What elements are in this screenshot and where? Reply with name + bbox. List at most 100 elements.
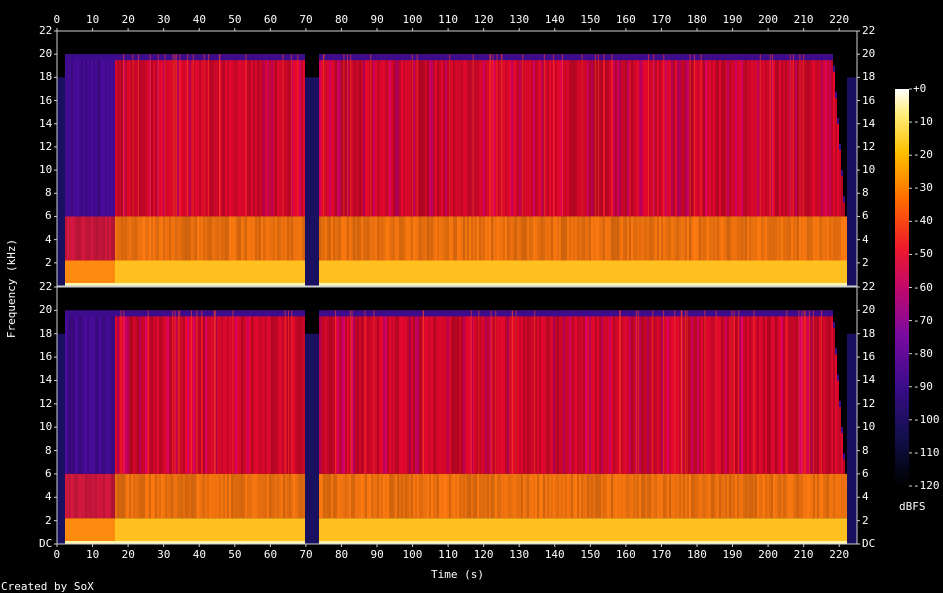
energy-column-high [227, 310, 229, 474]
energy-column-low [763, 260, 765, 286]
energy-column-low [425, 518, 427, 544]
transient-streak [700, 54, 702, 217]
energy-column-low [467, 260, 469, 286]
y-tick-label-right: 14 [862, 373, 876, 387]
energy-column-low [607, 260, 609, 286]
transient-streak [490, 54, 492, 217]
energy-column-mid [391, 473, 393, 519]
energy-column-low [383, 518, 385, 544]
y-tick-label-left: 2 [45, 513, 52, 527]
energy-column-rim [197, 54, 199, 61]
y-tick-label-right: 10 [862, 420, 876, 434]
energy-column-low [579, 260, 581, 286]
energy-column-low [239, 260, 241, 286]
energy-column-mid [705, 473, 707, 519]
energy-column-mid [529, 216, 531, 261]
energy-column-low [123, 260, 125, 286]
energy-column-low [625, 260, 627, 286]
energy-column-high [629, 54, 631, 217]
transient-streak [597, 54, 599, 217]
energy-column-low [281, 518, 283, 544]
energy-column-mid [755, 473, 757, 519]
energy-column-low [831, 260, 833, 286]
energy-column-rim [181, 54, 183, 61]
energy-column-rim [645, 310, 647, 317]
energy-column-rim [327, 310, 329, 317]
energy-column-mid [345, 473, 347, 519]
energy-column-rim [699, 310, 701, 317]
energy-column-high [473, 310, 475, 474]
energy-column-high [671, 54, 673, 217]
energy-column-rim [655, 54, 657, 61]
energy-column-rim [661, 54, 663, 61]
energy-column-high [69, 310, 71, 474]
x-tick-label-bottom: 180 [687, 548, 707, 561]
energy-column-high [71, 310, 73, 474]
y-tick-label-right: 8 [862, 443, 869, 457]
energy-column-low [441, 260, 443, 286]
energy-column-mid [319, 473, 321, 519]
energy-column-high [509, 310, 511, 474]
x-tick-label-top: 50 [228, 13, 242, 26]
energy-column-mid [67, 216, 69, 261]
energy-column-mid [819, 216, 821, 261]
energy-column-mid [331, 216, 333, 261]
energy-column-low [353, 518, 355, 544]
quiet-column [309, 333, 311, 544]
energy-column-low [119, 518, 121, 544]
energy-column-low [363, 260, 365, 286]
energy-column-rim [623, 310, 625, 317]
energy-column-mid [689, 216, 691, 261]
transient-streak [350, 54, 352, 217]
energy-column-low [133, 260, 135, 286]
energy-column-low [829, 260, 831, 286]
x-tick-label-bottom: 0 [53, 548, 61, 561]
energy-column-high [279, 310, 281, 474]
energy-column-low [65, 260, 67, 286]
energy-column-rim [125, 54, 127, 61]
energy-column-rim [169, 54, 171, 61]
energy-column-mid [129, 473, 131, 519]
energy-column-low [533, 518, 535, 544]
energy-column-mid [159, 473, 161, 519]
energy-column-low [335, 518, 337, 544]
energy-column-low [359, 260, 361, 286]
energy-column-low [235, 518, 237, 544]
energy-column-high [403, 54, 405, 217]
energy-column-rim [829, 310, 831, 317]
energy-column-mid [241, 216, 243, 261]
energy-column-rim [467, 310, 469, 317]
transient-streak [812, 310, 814, 474]
energy-column-high [603, 310, 605, 474]
energy-column-low [679, 518, 681, 544]
energy-column-mid [769, 216, 771, 261]
energy-column-mid [71, 216, 73, 261]
energy-column-rim [453, 54, 455, 61]
quiet-column [317, 333, 319, 544]
energy-column-low [135, 518, 137, 544]
energy-column-rim [557, 54, 559, 61]
energy-column-high [217, 54, 219, 217]
energy-column-low [681, 518, 683, 544]
energy-column-mid [211, 216, 213, 261]
energy-column-low [649, 260, 651, 286]
energy-column-high [435, 54, 437, 217]
energy-column-low [795, 518, 797, 544]
energy-column-low [283, 518, 285, 544]
energy-column-low [445, 518, 447, 544]
energy-column-low [567, 260, 569, 286]
energy-column-mid [345, 216, 347, 261]
energy-column-mid [811, 473, 813, 519]
energy-column-mid [809, 216, 811, 261]
energy-column-high [283, 310, 285, 474]
energy-column-high [321, 54, 323, 217]
energy-column-mid [125, 473, 127, 519]
energy-column-rim [165, 310, 167, 317]
energy-column-mid [271, 216, 273, 261]
energy-column-mid [423, 216, 425, 261]
energy-column-high [751, 310, 753, 474]
energy-column-mid [731, 216, 733, 261]
energy-column-high [377, 54, 379, 217]
energy-column-low [361, 518, 363, 544]
y-tick-label-right: 8 [862, 186, 869, 200]
